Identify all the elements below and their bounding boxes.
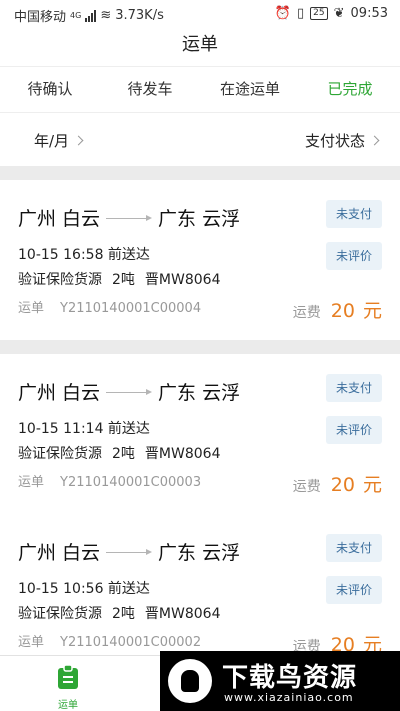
chevron-right-icon <box>73 135 84 146</box>
wifi-icon: ≋ <box>100 8 112 23</box>
order-number-label: 运单 <box>18 635 45 650</box>
order-number-value: Y2110140001C00004 <box>60 301 202 316</box>
arrow-right-icon <box>106 213 153 223</box>
order-card[interactable]: 广州 白云 广东 云浮 10-15 16:58 前送达 验证保险货源 2吨 晋MW8… <box>0 180 400 340</box>
filter-bar: 年/月 支付状态 <box>0 112 400 166</box>
pay-status-filter[interactable]: 支付状态 <box>304 130 380 151</box>
watermark-url: www.xiazainiao.com <box>224 691 354 704</box>
cargo-name: 验证保险货源 <box>18 446 102 462</box>
cargo-name: 验证保险货源 <box>18 272 102 288</box>
arrow-right-icon <box>106 387 153 397</box>
chevron-right-icon <box>369 135 380 146</box>
pay-status-filter-label: 支付状态 <box>304 132 365 150</box>
nav-waybill[interactable]: 运单 <box>48 664 88 711</box>
order-number: 运单 Y2110140001C00003 <box>18 471 201 490</box>
watermark: 下载鸟资源 www.xiazainiao.com <box>160 651 400 711</box>
order-number: 运单 Y2110140001C00004 <box>18 297 201 316</box>
nav-waybill-label: 运单 <box>58 700 78 711</box>
tab-in-transit[interactable]: 在途运单 <box>200 67 300 112</box>
signal-icon <box>85 9 97 22</box>
pay-status-badge: 未支付 <box>326 374 382 402</box>
delivery-time: 10-15 11:14 前送达 <box>18 421 150 437</box>
order-number-value: Y2110140001C00003 <box>60 475 202 490</box>
order-card[interactable]: 广州 白云 广东 云浮 10-15 11:14 前送达 验证保险货源 2吨 晋MW8… <box>0 354 400 514</box>
order-number-label: 运单 <box>18 475 45 490</box>
route: 广州 白云 广东 云浮 <box>18 538 240 565</box>
evaluate-status-button[interactable]: 未评价 <box>326 416 382 444</box>
pay-status-badge: 未支付 <box>326 534 382 562</box>
carrier-label: 中国移动 <box>14 10 67 25</box>
leaf-icon: ❦ <box>333 6 345 21</box>
network-speed: 3.73K/s <box>115 8 164 23</box>
cargo-info: 验证保险货源 2吨 晋MW8064 <box>18 603 230 623</box>
order-number: 运单 Y2110140001C00002 <box>18 631 201 650</box>
battery-icon: 25 <box>310 7 328 20</box>
destination: 广东 云浮 <box>158 208 241 230</box>
evaluate-status-button[interactable]: 未评价 <box>326 242 382 270</box>
alarm-icon: ⏰ <box>274 6 292 21</box>
cargo-info: 验证保险货源 2吨 晋MW8064 <box>18 269 230 289</box>
bird-logo-icon <box>168 659 212 703</box>
vehicle-plate: 晋MW8064 <box>144 272 221 288</box>
evaluate-status-button[interactable]: 未评价 <box>326 576 382 604</box>
freight-amount: 20 <box>330 300 355 322</box>
currency-unit: 元 <box>362 300 382 322</box>
delivery-time: 10-15 10:56 前送达 <box>18 581 150 597</box>
cargo-weight: 2吨 <box>112 272 135 288</box>
freight-label: 运费 <box>292 305 321 321</box>
freight-amount: 20 <box>330 474 355 496</box>
tab-pending-confirm[interactable]: 待确认 <box>0 67 100 112</box>
tab-pending-depart[interactable]: 待发车 <box>100 67 200 112</box>
vibrate-icon: ▯ <box>297 6 305 21</box>
cargo-weight: 2吨 <box>112 606 135 622</box>
arrow-right-icon <box>106 547 153 557</box>
clock: 09:53 <box>350 6 388 21</box>
status-bar: 中国移动 4G ≋ 3.73K/s ⏰ ▯ 25 ❦ 09:53 <box>0 0 400 28</box>
delivery-time: 10-15 16:58 前送达 <box>18 247 150 263</box>
origin: 广州 白云 <box>18 382 101 404</box>
destination: 广东 云浮 <box>158 542 241 564</box>
currency-unit: 元 <box>362 474 382 496</box>
order-number-label: 运单 <box>18 301 45 316</box>
tab-completed[interactable]: 已完成 <box>300 67 400 112</box>
status-tabs: 待确认 待发车 在途运单 已完成 <box>0 66 400 112</box>
cargo-info: 验证保险货源 2吨 晋MW8064 <box>18 443 230 463</box>
freight-label: 运费 <box>292 479 321 495</box>
destination: 广东 云浮 <box>158 382 241 404</box>
date-filter[interactable]: 年/月 <box>34 130 84 151</box>
clipboard-icon <box>58 664 78 689</box>
vehicle-plate: 晋MW8064 <box>144 446 221 462</box>
page-title: 运单 <box>0 28 400 66</box>
route: 广州 白云 广东 云浮 <box>18 378 240 405</box>
freight-fee: 运费 20 元 <box>293 470 382 497</box>
route: 广州 白云 广东 云浮 <box>18 204 240 231</box>
origin: 广州 白云 <box>18 208 101 230</box>
pay-status-badge: 未支付 <box>326 200 382 228</box>
origin: 广州 白云 <box>18 542 101 564</box>
order-card[interactable]: 广州 白云 广东 云浮 10-15 10:56 前送达 验证保险货源 2吨 晋MW8… <box>0 514 400 674</box>
vehicle-plate: 晋MW8064 <box>144 606 221 622</box>
order-number-value: Y2110140001C00002 <box>60 635 202 650</box>
freight-fee: 运费 20 元 <box>293 296 382 323</box>
cargo-weight: 2吨 <box>112 446 135 462</box>
watermark-title: 下载鸟资源 <box>222 663 358 693</box>
date-filter-label: 年/月 <box>34 132 70 150</box>
cargo-name: 验证保险货源 <box>18 606 102 622</box>
network-type: 4G <box>70 11 82 20</box>
